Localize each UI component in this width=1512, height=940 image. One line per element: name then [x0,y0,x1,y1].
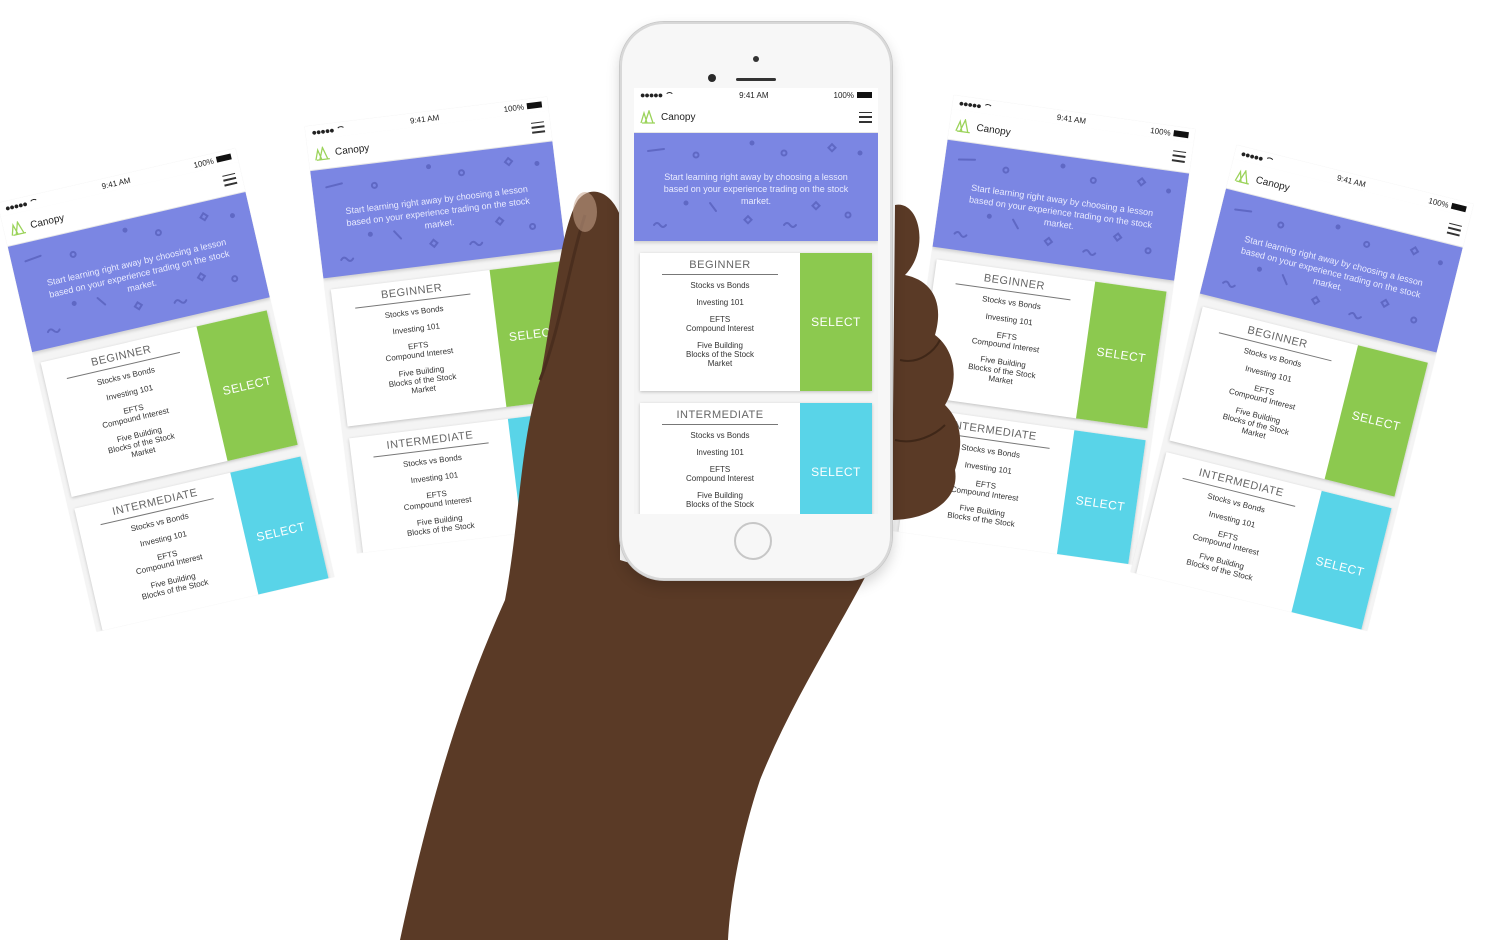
lesson-item: Five Building Blocks of the Stock [685,491,755,509]
lesson-item: Stocks vs Bonds [690,431,750,440]
status-bar: ●●●●● 9:41 AM 100% [634,88,878,102]
lesson-item: Five Building Blocks of the Stock Market [685,341,755,368]
hero-text: Start learning right away by choosing a … [663,172,849,206]
lesson-item: Investing 101 [696,298,744,307]
app-name: Canopy [661,111,696,123]
level-title: BEGINNER [662,259,778,275]
canopy-logo-icon [640,110,655,124]
home-button-icon[interactable] [734,522,772,560]
lesson-item: EFTS Compound Interest [685,465,755,483]
brand[interactable]: Canopy [640,110,695,124]
signal-icon: ●●●●● [640,90,663,100]
hamburger-menu-icon[interactable] [859,111,872,123]
battery-indicator: 100% [834,91,872,100]
level-card: INTERMEDIATE Stocks vs Bonds Investing 101… [640,403,872,514]
select-button[interactable]: SELECT [800,403,872,514]
camera-icon [753,56,759,62]
app-header: Canopy [634,102,878,133]
level-info: BEGINNER Stocks vs Bonds Investing 101 EFTS… [640,253,800,391]
speaker-grille [736,78,776,81]
iphone-device: ●●●●● 9:41 AM 100% Canopy Start learning… [620,22,892,580]
level-info: INTERMEDIATE Stocks vs Bonds Investing 101… [640,403,800,514]
front-sensor-icon [708,74,716,82]
status-time: 9:41 AM [739,90,769,100]
battery-label: 100% [833,90,854,100]
level-title: INTERMEDIATE [662,409,778,425]
lesson-item: Stocks vs Bonds [690,281,750,290]
hero-banner: Start learning right away by choosing a … [634,133,878,241]
battery-icon [856,92,872,99]
level-card: BEGINNER Stocks vs Bonds Investing 101 EFTS… [640,253,872,391]
level-list: BEGINNER Stocks vs Bonds Investing 101 EFTS… [634,253,878,514]
lesson-item: Investing 101 [696,448,744,457]
screen-center: ●●●●● 9:41 AM 100% Canopy Start learning… [634,88,878,514]
showcase-stage: ●●●●● 9:41 AM 100% Canopy Start learning… [0,0,1512,940]
lesson-item: EFTS Compound Interest [685,315,755,333]
select-button[interactable]: SELECT [800,253,872,391]
wifi-icon [665,92,675,98]
